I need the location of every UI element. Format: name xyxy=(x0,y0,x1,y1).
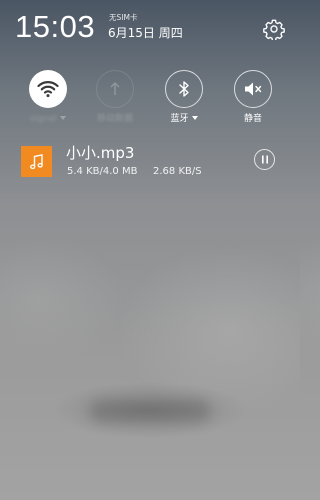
mute-label: 静音 xyxy=(243,114,262,124)
caret-down-icon xyxy=(191,116,198,120)
mute-icon xyxy=(245,82,262,96)
clock-time: 15:03 xyxy=(15,9,96,44)
wifi-icon xyxy=(37,81,59,98)
gear-icon xyxy=(263,19,285,42)
status-header: 15:03 无SIM卡 6月15日 周四 xyxy=(0,0,300,52)
sim-status: 无SIM卡 xyxy=(109,13,138,22)
hotspot-label: 移动数据 xyxy=(96,114,133,124)
download-notification[interactable]: 小小.mp3 5.4 KB/4.0 MB 2.68 KB/S xyxy=(0,139,300,189)
date-label[interactable]: 6月15日 周四 xyxy=(108,26,183,41)
download-size: 5.4 KB/4.0 MB xyxy=(67,166,138,177)
bluetooth-icon xyxy=(179,81,189,97)
mute-toggle-button[interactable] xyxy=(234,70,272,108)
bluetooth-toggle-button[interactable] xyxy=(165,70,203,108)
pause-icon xyxy=(261,155,268,164)
music-note-icon xyxy=(29,153,43,169)
toggle-wifi[interactable]: signal xyxy=(18,70,78,125)
wifi-toggle-button[interactable] xyxy=(29,70,67,108)
music-app-icon xyxy=(21,146,52,177)
toggle-bluetooth[interactable]: 蓝牙 xyxy=(154,70,214,125)
wifi-label: signal xyxy=(18,113,78,125)
hotspot-icon xyxy=(110,82,120,95)
settings-gear-icon[interactable] xyxy=(263,18,285,42)
toggle-hotspot[interactable]: 移动数据 xyxy=(85,70,145,125)
toggle-mute[interactable]: 静音 xyxy=(223,70,283,125)
caret-down-icon xyxy=(59,116,66,120)
hotspot-toggle-button[interactable] xyxy=(96,70,134,108)
pause-button[interactable] xyxy=(254,149,275,170)
download-speed: 2.68 KB/S xyxy=(153,166,202,177)
bluetooth-label: 蓝牙 xyxy=(154,113,214,125)
notification-title: 小小.mp3 xyxy=(66,144,135,162)
blurred-background xyxy=(90,400,210,422)
quick-toggles: signal 移动数据 蓝牙 静音 xyxy=(0,70,300,130)
